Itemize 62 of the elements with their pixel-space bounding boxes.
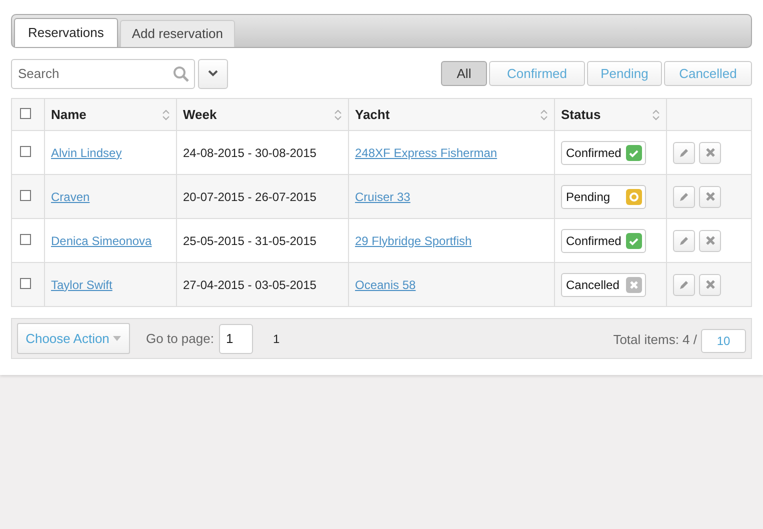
- status-badge: Confirmed: [561, 228, 646, 252]
- name-link[interactable]: Alvin Lindsey: [51, 146, 122, 160]
- filter-button[interactable]: All: [441, 61, 487, 86]
- edit-button[interactable]: [673, 142, 695, 164]
- checkbox[interactable]: [20, 234, 31, 245]
- filter-button[interactable]: Pending: [587, 61, 662, 86]
- checkbox[interactable]: [20, 146, 31, 157]
- search-icon: [173, 66, 189, 82]
- chevron-down-icon: [208, 70, 218, 77]
- pencil-icon: [679, 236, 689, 246]
- week-text: 24-08-2015 - 30-08-2015: [183, 146, 316, 160]
- check-icon: [626, 144, 642, 160]
- column-header[interactable]: Name: [51, 104, 86, 124]
- delete-button[interactable]: [699, 186, 721, 208]
- close-icon: [706, 148, 714, 157]
- checkbox[interactable]: [20, 278, 31, 289]
- tab[interactable]: Reservations: [14, 18, 118, 47]
- yacht-link[interactable]: Cruiser 33: [355, 190, 410, 204]
- check-icon: [626, 232, 642, 248]
- tab[interactable]: Add reservation: [120, 20, 235, 47]
- name-link[interactable]: Craven: [51, 190, 90, 204]
- dropdown-button[interactable]: [198, 58, 228, 88]
- column-header[interactable]: Week: [183, 104, 217, 124]
- go-to-page-label: Go to page:: [146, 330, 214, 348]
- close-icon: [706, 192, 714, 201]
- delete-button[interactable]: [699, 274, 721, 296]
- week-text: 25-05-2015 - 31-05-2015: [183, 234, 316, 248]
- pencil-icon: [679, 192, 689, 202]
- pencil-icon: [679, 280, 689, 290]
- name-link[interactable]: Taylor Swift: [51, 278, 112, 292]
- status-badge: Confirmed: [561, 140, 646, 164]
- page-size-button[interactable]: 10: [701, 328, 746, 352]
- week-text: 20-07-2015 - 26-07-2015: [183, 190, 316, 204]
- page-number[interactable]: 1: [272, 330, 280, 348]
- sort-icon: [652, 108, 660, 120]
- sort-icon: [162, 108, 170, 120]
- close-icon: [706, 280, 714, 289]
- status-badge: Pending: [561, 184, 646, 208]
- status-badge: Cancelled: [561, 272, 646, 296]
- page-input[interactable]: 1: [218, 324, 253, 354]
- column-header[interactable]: Yacht: [355, 104, 390, 124]
- delete-button[interactable]: [699, 142, 721, 164]
- edit-button[interactable]: [673, 274, 695, 296]
- sort-icon: [334, 108, 342, 120]
- total-items: Total items: 4 /: [613, 330, 697, 349]
- cross-icon: [626, 276, 642, 292]
- edit-button[interactable]: [673, 186, 695, 208]
- checkbox[interactable]: [20, 108, 31, 119]
- edit-button[interactable]: [673, 230, 695, 252]
- yacht-link[interactable]: 29 Flybridge Sportfish: [355, 234, 472, 248]
- delete-button[interactable]: [699, 230, 721, 252]
- pencil-icon: [679, 148, 689, 158]
- week-text: 27-04-2015 - 03-05-2015: [183, 278, 316, 292]
- caret-icon: [113, 336, 122, 341]
- choose-action-button[interactable]: Choose Action: [17, 323, 130, 354]
- filter-button[interactable]: Cancelled: [664, 61, 752, 86]
- close-icon: [706, 236, 714, 245]
- search-field[interactable]: Search: [11, 58, 195, 88]
- filter-button[interactable]: Confirmed: [489, 61, 585, 86]
- sort-icon: [540, 108, 548, 120]
- yacht-link[interactable]: Oceanis 58: [355, 278, 416, 292]
- checkbox[interactable]: [20, 190, 31, 201]
